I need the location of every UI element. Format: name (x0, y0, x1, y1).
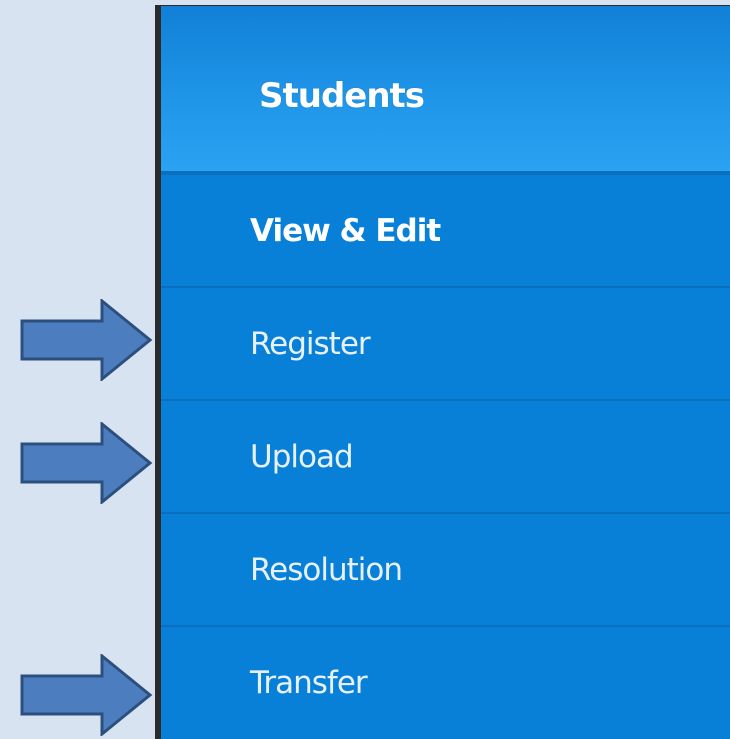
menu-item-label: Transfer (250, 665, 368, 701)
right-arrow-icon (20, 422, 153, 504)
menu-item-upload[interactable]: Upload (161, 399, 730, 512)
menu-item-label: Upload (250, 439, 354, 475)
right-arrow-icon (20, 654, 153, 736)
menu-item-label: View & Edit (250, 213, 441, 249)
menu-item-transfer[interactable]: Transfer (161, 625, 730, 738)
menu-header-label: Students (259, 76, 425, 116)
right-arrow-icon (20, 299, 153, 381)
students-menu: Students View & Edit Register Upload Res… (155, 5, 730, 739)
menu-item-view-edit[interactable]: View & Edit (161, 173, 730, 286)
menu-item-register[interactable]: Register (161, 286, 730, 399)
menu-item-label: Register (250, 326, 371, 362)
menu-item-resolution[interactable]: Resolution (161, 512, 730, 625)
menu-header-students[interactable]: Students (161, 6, 730, 173)
menu-item-label: Resolution (250, 552, 403, 588)
